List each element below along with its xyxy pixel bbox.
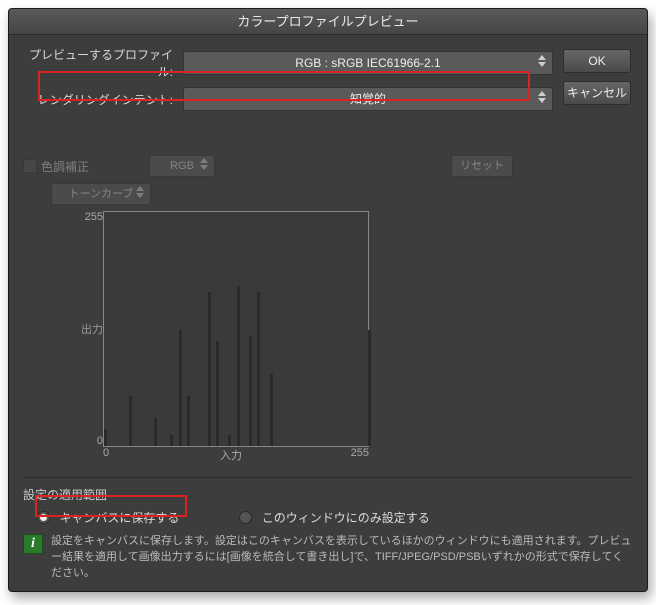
spinner-icon xyxy=(134,185,146,199)
histogram-bar xyxy=(228,435,231,446)
tone-correction-label: 色調補正 xyxy=(41,158,89,175)
radio-icon xyxy=(37,511,50,524)
histogram-bar xyxy=(249,336,252,446)
window-titlebar: カラープロファイルプレビュー xyxy=(9,9,647,35)
histogram-bar xyxy=(104,429,107,446)
histogram-bar xyxy=(216,341,219,446)
radio-window-label: このウィンドウにのみ設定する xyxy=(262,511,430,525)
tone-correction-checkbox[interactable] xyxy=(23,159,37,173)
histogram-bar xyxy=(179,330,182,446)
info-icon: i xyxy=(23,534,43,554)
spinner-icon xyxy=(536,90,548,104)
info-text: 設定をキャンバスに保存します。設定はこのキャンバスを表示しているほかのウィンドウ… xyxy=(51,534,633,582)
intent-value: 知覚的 xyxy=(350,92,386,106)
histogram-bar xyxy=(368,330,371,446)
x-max-tick: 255 xyxy=(339,447,369,463)
radio-canvas-label: キャンバスに保存する xyxy=(59,511,179,525)
spinner-icon xyxy=(536,54,548,68)
histogram-bar xyxy=(257,292,260,446)
y-axis-label: 出力 xyxy=(81,223,103,435)
curve-type-value: トーンカーブ xyxy=(69,188,134,200)
histogram-bar xyxy=(154,418,157,446)
spinner-icon xyxy=(198,157,210,171)
y-max-tick: 255 xyxy=(85,211,103,223)
radio-icon xyxy=(239,511,252,524)
curve-graph xyxy=(103,211,369,447)
intent-select[interactable]: 知覚的 xyxy=(183,87,553,111)
histogram-bar xyxy=(270,374,273,446)
radio-save-canvas[interactable]: キャンバスに保存する xyxy=(37,509,179,526)
profile-label: プレビューするプロファイル: xyxy=(23,46,183,80)
histogram-bar xyxy=(129,396,132,446)
histogram-bar xyxy=(208,292,211,446)
channel-value: RGB xyxy=(170,160,194,172)
cancel-button[interactable]: キャンセル xyxy=(563,81,631,105)
histogram-bar xyxy=(237,286,240,446)
profile-select[interactable]: RGB : sRGB IEC61966-2.1 xyxy=(183,51,553,75)
reset-button[interactable]: リセット xyxy=(451,155,513,177)
radio-window-only[interactable]: このウィンドウにのみ設定する xyxy=(239,509,429,526)
intent-label: レンダリングインテント: xyxy=(23,91,183,108)
ok-button[interactable]: OK xyxy=(563,49,631,73)
profile-value: RGB : sRGB IEC61966-2.1 xyxy=(295,56,440,70)
histogram-bar xyxy=(170,435,173,446)
x-axis-label: 入力 xyxy=(123,447,339,463)
channel-select[interactable]: RGB xyxy=(149,155,215,177)
scope-title: 設定の適用範囲 xyxy=(23,486,633,503)
x-zero-tick: 0 xyxy=(103,447,123,463)
histogram-bar xyxy=(187,396,190,446)
curve-type-select[interactable]: トーンカーブ xyxy=(51,183,151,205)
